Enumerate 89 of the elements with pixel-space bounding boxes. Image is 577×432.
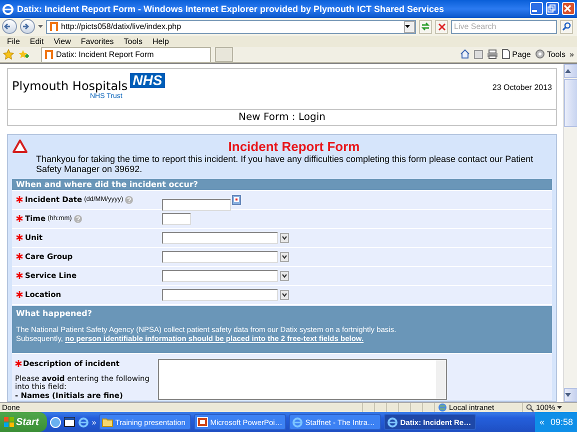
search-button[interactable]	[560, 20, 573, 34]
scrollbar[interactable]	[436, 360, 446, 399]
warning-icon	[12, 138, 28, 153]
magnifier-icon	[526, 404, 534, 412]
chevron-down-icon	[282, 292, 287, 297]
back-button[interactable]	[2, 19, 17, 34]
minimize-button[interactable]	[530, 2, 543, 16]
scroll-thumb[interactable]	[564, 78, 577, 127]
scroll-up-button[interactable]	[564, 64, 577, 78]
caret-down-icon	[565, 393, 571, 397]
dropdown-button[interactable]	[280, 232, 289, 243]
menu-label: Page	[512, 50, 531, 59]
browser-tab[interactable]: Datix: Incident Report Form	[41, 46, 211, 62]
browser-icon	[292, 416, 304, 428]
page-icon	[50, 22, 58, 32]
forward-button[interactable]	[20, 19, 35, 34]
time-field[interactable]	[162, 212, 191, 225]
page-icon	[502, 49, 510, 60]
close-icon	[563, 4, 572, 14]
page-icon	[45, 50, 53, 60]
search-icon	[562, 22, 571, 32]
tab-label: Datix: Incident Report Form	[56, 50, 154, 60]
gear-icon	[534, 49, 545, 60]
address-text: http://picts058/datix/live/index.php	[61, 22, 182, 32]
select-field[interactable]	[162, 250, 278, 263]
chevron-button[interactable]: »	[570, 50, 574, 59]
date-text: 23 October 2013	[492, 82, 552, 94]
start-button[interactable]: Start	[0, 412, 47, 432]
address-field[interactable]: http://picts058/datix/live/index.php	[46, 20, 416, 34]
page-menu[interactable]: Page	[502, 49, 531, 60]
hospital-name: Plymouth Hospitals	[12, 78, 128, 93]
caret-icon	[405, 24, 410, 29]
dropdown-button[interactable]	[280, 290, 289, 300]
windows-flag-icon	[4, 417, 14, 427]
right-arrow-icon	[21, 22, 30, 32]
select-field[interactable]	[162, 232, 278, 244]
menu-item[interactable]: View	[48, 36, 76, 46]
tools-menu[interactable]: Tools	[534, 49, 566, 60]
date-field[interactable]	[162, 198, 231, 211]
window-icon[interactable]	[64, 417, 75, 427]
nhs-logo: NHS	[130, 72, 166, 88]
browser-icon	[387, 416, 398, 428]
slides-icon	[197, 416, 208, 428]
more-button[interactable]: »	[92, 418, 96, 426]
search-field[interactable]: Live Search	[451, 20, 557, 34]
form-title: Incident Report Form	[228, 138, 360, 154]
calendar-icon	[234, 197, 239, 202]
browser-icon[interactable]	[78, 416, 89, 428]
menu-item[interactable]: Edit	[24, 36, 49, 46]
refresh-icon	[421, 22, 430, 32]
stop-button[interactable]	[435, 20, 448, 34]
chevron-down-icon	[282, 254, 287, 259]
section-heading: When and where did the incident occur?	[12, 178, 552, 191]
page-scrollbar[interactable]	[563, 64, 577, 402]
chevron-down-icon	[282, 274, 287, 278]
stop-icon	[438, 22, 446, 31]
scroll-down-button[interactable]	[564, 388, 577, 402]
globe-icon	[438, 403, 447, 412]
select-field[interactable]	[162, 288, 278, 301]
restore-button[interactable]	[546, 2, 559, 16]
caret-up-icon	[565, 68, 571, 73]
notice-heading: What happened?	[16, 308, 93, 318]
dropdown-button[interactable]	[280, 270, 289, 281]
menu-item[interactable]: Tools	[118, 36, 148, 46]
caret-icon	[557, 406, 562, 410]
intro-text: Thankyou for taking the time to report this incident. If you have any difficulties completing this form please contact our Patient Safety Manager on 39692.	[36, 154, 534, 174]
restore-icon	[547, 4, 556, 14]
caret-icon[interactable]	[38, 24, 43, 29]
add-star-icon[interactable]	[18, 48, 29, 60]
menu-label: Tools	[546, 50, 566, 59]
nav-text: New Form : Login	[238, 110, 326, 125]
star-icon[interactable]	[3, 48, 14, 60]
dropdown-button[interactable]	[280, 252, 289, 262]
left-arrow-icon	[3, 22, 12, 32]
menu-item[interactable]: Favorites	[76, 36, 119, 46]
folder-icon	[102, 416, 114, 428]
home-icon[interactable]	[460, 49, 470, 60]
menu-item[interactable]: Help	[147, 36, 174, 46]
calendar-button[interactable]	[232, 194, 241, 205]
close-button[interactable]	[562, 2, 575, 16]
description-field[interactable]	[158, 358, 447, 400]
menu-item[interactable]: File	[2, 36, 25, 46]
browser-logo-icon	[2, 2, 14, 15]
chevron-down-icon	[282, 236, 287, 240]
printer-icon[interactable]	[487, 49, 498, 60]
dropdown-button[interactable]	[404, 20, 415, 33]
select-field[interactable]	[162, 270, 278, 282]
window-title: Datix: Incident Report Form - Windows Internet Explorer provided by Plymouth ICT Shared Services	[17, 4, 445, 14]
clock: 09:58	[550, 417, 573, 427]
